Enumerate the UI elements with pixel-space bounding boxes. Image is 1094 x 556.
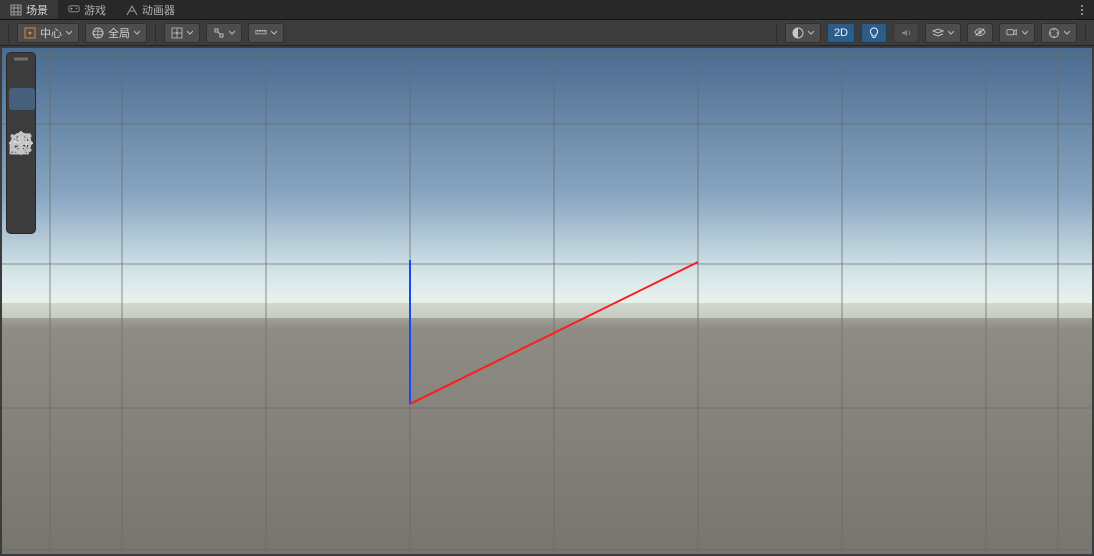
tool-palette[interactable] bbox=[6, 52, 36, 234]
toolbar-sep bbox=[8, 24, 9, 42]
caret-down-icon bbox=[1022, 30, 1028, 36]
caret-down-icon bbox=[1064, 30, 1070, 36]
snap-increment-dropdown[interactable] bbox=[206, 23, 242, 43]
camera-dropdown[interactable] bbox=[999, 23, 1035, 43]
grid-icon bbox=[10, 4, 22, 16]
tab-menu-button[interactable] bbox=[1070, 0, 1094, 19]
tab-animator-label: 动画器 bbox=[142, 2, 175, 18]
grid-snap-icon bbox=[171, 27, 183, 39]
grid-snap-dropdown[interactable] bbox=[164, 23, 200, 43]
caret-down-icon bbox=[271, 30, 277, 36]
shading-icon bbox=[792, 27, 804, 39]
caret-down-icon bbox=[808, 30, 814, 36]
space-mode-dropdown[interactable]: 全局 bbox=[85, 23, 147, 43]
eye-off-icon bbox=[974, 27, 986, 39]
toggle-hidden[interactable] bbox=[967, 23, 993, 43]
scene-render bbox=[2, 48, 1092, 554]
gizmos-dropdown[interactable] bbox=[1041, 23, 1077, 43]
ruler-icon bbox=[255, 27, 267, 39]
caret-down-icon bbox=[66, 30, 72, 36]
caret-down-icon bbox=[187, 30, 193, 36]
fx-dropdown[interactable] bbox=[925, 23, 961, 43]
toggle-audio[interactable] bbox=[893, 23, 919, 43]
toolbar-sep bbox=[155, 24, 156, 42]
snap-increment-icon bbox=[213, 27, 225, 39]
gamepad-icon bbox=[68, 4, 80, 16]
pivot-mode-dropdown[interactable]: 中心 bbox=[17, 23, 79, 43]
caret-down-icon bbox=[948, 30, 954, 36]
toggle-2d[interactable]: 2D bbox=[827, 23, 855, 43]
tab-scene[interactable]: 场景 bbox=[0, 0, 58, 19]
toolbar-sep bbox=[1085, 24, 1086, 42]
scene-viewport[interactable] bbox=[2, 48, 1092, 554]
shading-mode-dropdown[interactable] bbox=[785, 23, 821, 43]
tab-game-label: 游戏 bbox=[84, 2, 106, 18]
space-label: 全局 bbox=[108, 25, 130, 41]
view-tabs: 场景 游戏 动画器 bbox=[0, 0, 1094, 20]
animator-icon bbox=[126, 4, 138, 16]
audio-icon bbox=[900, 27, 912, 39]
caret-down-icon bbox=[229, 30, 235, 36]
gizmos-icon bbox=[1048, 27, 1060, 39]
pivot-icon bbox=[24, 27, 36, 39]
tab-game[interactable]: 游戏 bbox=[58, 0, 116, 19]
scene-wrap bbox=[0, 46, 1094, 556]
toolbar-sep bbox=[776, 24, 777, 42]
globe-icon bbox=[92, 27, 104, 39]
tool-custom[interactable] bbox=[9, 208, 35, 230]
ruler-dropdown[interactable] bbox=[248, 23, 284, 43]
tabs-spacer bbox=[185, 0, 1070, 19]
pivot-label: 中心 bbox=[40, 25, 62, 41]
toggle-lighting[interactable] bbox=[861, 23, 887, 43]
fx-stack-icon bbox=[932, 27, 944, 39]
caret-down-icon bbox=[134, 30, 140, 36]
light-bulb-icon bbox=[868, 27, 880, 39]
tab-scene-label: 场景 bbox=[26, 2, 48, 18]
camera-icon bbox=[1006, 27, 1018, 39]
scene-toolbar: 中心 全局 bbox=[0, 20, 1094, 46]
tab-animator[interactable]: 动画器 bbox=[116, 0, 185, 19]
toggle-2d-label: 2D bbox=[834, 27, 848, 39]
